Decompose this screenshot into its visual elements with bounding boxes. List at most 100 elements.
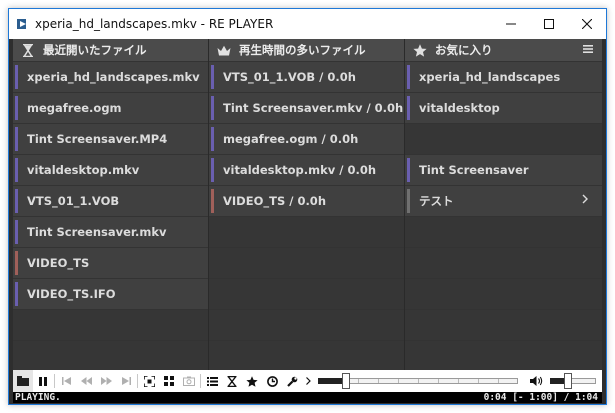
recent-files-column: 最近開いたファイル xperia_hd_landscapes.mkvmegafr… bbox=[13, 39, 208, 371]
settings-button[interactable] bbox=[282, 370, 302, 392]
empty-slot bbox=[405, 341, 602, 371]
item-marker bbox=[211, 96, 214, 120]
speaker-icon bbox=[529, 376, 542, 386]
chevron-right-icon bbox=[582, 194, 588, 204]
list-item[interactable]: VTS_01_1.VOB / 0.0h bbox=[209, 62, 404, 92]
hourglass-icon bbox=[21, 43, 35, 57]
list-item[interactable]: vitaldesktop.mkv / 0.0h bbox=[209, 155, 404, 185]
list-item[interactable]: VTS_01_1.VOB bbox=[13, 186, 208, 216]
list-item-label: vitaldesktop bbox=[419, 101, 500, 115]
skip-start-icon bbox=[61, 377, 71, 385]
list-item-label: VTS_01_1.VOB bbox=[27, 194, 120, 208]
maximize-button[interactable] bbox=[530, 9, 568, 39]
pause-icon bbox=[39, 376, 47, 386]
list-item-label: vitaldesktop.mkv bbox=[27, 163, 140, 177]
playlist-button[interactable] bbox=[13, 370, 33, 392]
favorites-button[interactable] bbox=[242, 370, 262, 392]
empty-slot bbox=[209, 279, 404, 309]
minimize-icon bbox=[506, 23, 516, 25]
rewind-icon bbox=[80, 377, 92, 385]
volume-button[interactable] bbox=[526, 370, 546, 392]
history-button[interactable] bbox=[262, 370, 282, 392]
fast-forward-button[interactable] bbox=[96, 370, 116, 392]
empty-slot bbox=[209, 341, 404, 371]
fast-forward-icon bbox=[100, 377, 112, 385]
minimize-button[interactable] bbox=[492, 9, 530, 39]
clock-icon bbox=[266, 375, 278, 387]
item-marker bbox=[15, 251, 18, 275]
title-bar[interactable]: xperia_hd_landscapes.mkv - RE PLAYER bbox=[9, 9, 606, 39]
seek-tick bbox=[438, 379, 439, 383]
item-marker bbox=[211, 65, 214, 89]
list-item[interactable]: Tint Screensaver bbox=[405, 155, 602, 185]
most-played-column: 再生時間の多いファイル VTS_01_1.VOB / 0.0h Tint Scre… bbox=[209, 39, 404, 371]
recent-button[interactable] bbox=[222, 370, 242, 392]
playlist-icon bbox=[17, 376, 29, 386]
list-button[interactable] bbox=[202, 370, 222, 392]
list-item-label: VIDEO_TS.IFO bbox=[27, 287, 116, 301]
list-item[interactable]: xperia_hd_landscapes bbox=[405, 62, 602, 92]
empty-slot bbox=[405, 248, 602, 278]
list-item[interactable]: Tint Screensaver.MP4 bbox=[13, 124, 208, 154]
hamburger-menu-icon[interactable] bbox=[582, 43, 596, 57]
list-item[interactable]: megafree.ogm bbox=[13, 93, 208, 123]
seek-tick bbox=[378, 379, 379, 383]
volume-slider[interactable] bbox=[550, 370, 596, 392]
maximize-icon bbox=[544, 19, 554, 29]
list-item-label: megafree.ogm / 0.0h bbox=[223, 132, 359, 146]
crown-icon bbox=[217, 43, 231, 57]
list-item-label: vitaldesktop.mkv / 0.0h bbox=[223, 163, 377, 177]
list-item[interactable]: vitaldesktop bbox=[405, 93, 602, 123]
recent-files-header: 最近開いたファイル bbox=[13, 39, 208, 61]
close-button[interactable] bbox=[568, 9, 606, 39]
seek-tick bbox=[358, 379, 359, 383]
seek-tick bbox=[478, 379, 479, 383]
list-item[interactable]: Tint Screensaver.mkv bbox=[13, 217, 208, 247]
seek-bar[interactable] bbox=[318, 370, 518, 392]
item-marker bbox=[15, 158, 18, 182]
list-item-label: megafree.ogm bbox=[27, 101, 122, 115]
empty-slot bbox=[405, 279, 602, 309]
time-display: 0:04 [- 1:00] / 1:04 bbox=[483, 392, 598, 403]
skip-end-button[interactable] bbox=[116, 370, 136, 392]
item-marker bbox=[15, 189, 18, 213]
fullscreen-button[interactable] bbox=[139, 370, 159, 392]
skip-end-icon bbox=[121, 377, 131, 385]
list-item[interactable]: xperia_hd_landscapes.mkv bbox=[13, 62, 208, 92]
seek-thumb[interactable] bbox=[342, 373, 350, 389]
fullscreen-icon bbox=[143, 375, 155, 387]
empty-slot bbox=[405, 217, 602, 247]
close-icon bbox=[582, 19, 592, 29]
pause-button[interactable] bbox=[33, 370, 53, 392]
seek-progress bbox=[318, 378, 342, 384]
list-item-label: Tint Screensaver.mkv bbox=[27, 225, 167, 239]
list-item[interactable]: VIDEO_TS / 0.0h bbox=[209, 186, 404, 216]
list-item[interactable]: Tint Screensaver.mkv / 0.0h bbox=[209, 93, 404, 123]
recent-files-title: 最近開いたファイル bbox=[43, 43, 147, 57]
skip-start-button[interactable] bbox=[56, 370, 76, 392]
volume-thumb[interactable] bbox=[564, 373, 572, 389]
list-item[interactable]: VIDEO_TS.IFO bbox=[13, 279, 208, 309]
item-marker bbox=[407, 158, 410, 182]
list-icon bbox=[206, 376, 218, 386]
list-item[interactable]: megafree.ogm / 0.0h bbox=[209, 124, 404, 154]
list-item[interactable]: VIDEO_TS bbox=[13, 248, 208, 278]
seek-tick bbox=[398, 379, 399, 383]
grid-icon bbox=[164, 376, 174, 386]
empty-slot bbox=[13, 341, 208, 371]
toolbar-separator bbox=[137, 374, 138, 388]
list-item[interactable]: テスト bbox=[405, 186, 602, 216]
grid-view-button[interactable] bbox=[159, 370, 179, 392]
list-item-label: Tint Screensaver bbox=[419, 163, 529, 177]
list-item[interactable]: vitaldesktop.mkv bbox=[13, 155, 208, 185]
seek-tick bbox=[458, 379, 459, 383]
screenshot-button[interactable] bbox=[179, 370, 199, 392]
rewind-button[interactable] bbox=[76, 370, 96, 392]
playback-toolbar bbox=[13, 370, 602, 392]
app-logo-icon bbox=[17, 18, 29, 30]
item-marker bbox=[15, 127, 18, 151]
item-marker bbox=[407, 96, 410, 120]
wrench-icon bbox=[286, 376, 297, 387]
expand-button[interactable] bbox=[302, 370, 314, 392]
most-played-title: 再生時間の多いファイル bbox=[239, 43, 366, 57]
